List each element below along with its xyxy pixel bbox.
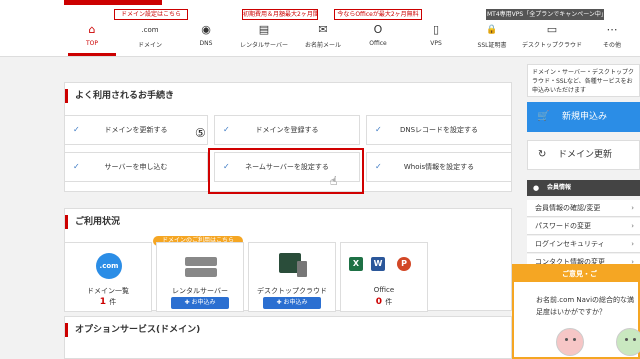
card-desktop-cloud: デスクトップクラウド ✚ お申込み xyxy=(248,242,336,312)
member-link-security[interactable]: ログインセキュリティ › xyxy=(527,236,640,253)
highlight-box xyxy=(208,148,364,194)
procedure-register-domain[interactable]: ✓ ドメインを登録する xyxy=(214,115,360,145)
promo-domain-settings[interactable]: ドメイン設定はこちら xyxy=(114,9,188,20)
hand-cursor-icon: ☝ xyxy=(330,174,338,188)
link-label: 会員情報の確認/変更 xyxy=(535,204,601,212)
card-label: Office xyxy=(373,286,395,294)
card-label: レンタルサーバー xyxy=(172,287,228,295)
nav-label: VPS xyxy=(430,40,442,47)
dissatisfied-face-icon[interactable] xyxy=(556,328,584,356)
mail-icon: ✉ xyxy=(318,23,328,36)
server-icon xyxy=(185,257,217,277)
member-link-password[interactable]: パスワードの変更 › xyxy=(527,218,640,235)
nav-ssl[interactable]: 🔒 SSL証明書 xyxy=(470,23,514,53)
nav-label: Office xyxy=(369,40,387,47)
card-label: デスクトップクラウド xyxy=(257,287,327,295)
link-label: パスワードの変更 xyxy=(535,222,591,230)
word-icon: W xyxy=(371,257,385,271)
sidebar-note: ドメイン・サーバー・デスクトップクラウド・SSLなど、各種サービスをお申込みいた… xyxy=(527,64,640,97)
nav-label: お名前メール xyxy=(304,42,341,49)
active-tab-indicator xyxy=(68,53,116,56)
promo-mt4-vps[interactable]: MT4専用VPS「全プランでキャンペーン中」 xyxy=(486,9,604,20)
procedure-label: DNSレコードを設定する xyxy=(399,126,479,134)
apply-server-button[interactable]: ✚ お申込み xyxy=(171,297,229,309)
card-rental-server: レンタルサーバー ✚ お申込み xyxy=(156,242,244,312)
excel-icon: X xyxy=(349,257,363,271)
nav-label: デスクトップクラウド xyxy=(521,42,582,49)
panel-title: ご利用状況 xyxy=(65,209,511,235)
nav-label: ドメイン xyxy=(137,42,162,49)
survey-question: お名前.com Naviの総合的な満足度はいかがですか？ xyxy=(536,296,635,316)
domain-icon: .com xyxy=(96,253,122,279)
procedure-whois[interactable]: ✓ Whois情報を設定する xyxy=(366,152,512,182)
nav-label: DNS xyxy=(199,40,213,47)
survey-title: ご意見・ご xyxy=(514,266,638,282)
card-domain-list[interactable]: .com ドメイン一覧 1 件 xyxy=(64,242,152,312)
panel-title: オプションサービス(ドメイン) xyxy=(65,317,511,343)
home-icon: ⌂ xyxy=(88,23,96,36)
nav-vps[interactable]: ▯ VPS xyxy=(414,23,458,53)
card-label: ドメイン一覧 xyxy=(87,287,129,295)
desktop-icon: ▭ xyxy=(546,23,558,36)
procedure-dns-record[interactable]: ✓ DNSレコードを設定する xyxy=(366,115,512,145)
procedure-apply-server[interactable]: ✓ サーバーを申し込む xyxy=(64,152,208,182)
nav-top[interactable]: ⌂ TOP xyxy=(70,23,114,53)
user-icon: ● xyxy=(533,184,540,192)
option-services-panel: オプションサービス(ドメイン) xyxy=(64,316,512,359)
member-link-info[interactable]: 会員情報の確認/変更 › xyxy=(527,200,640,217)
nav-dns[interactable]: ◉ DNS xyxy=(184,23,228,53)
step-marker: ⑤ xyxy=(195,126,206,140)
satisfaction-survey: ご意見・ご お名前.com Naviの総合的な満足度はいかがですか？ xyxy=(512,264,640,359)
nav-office[interactable]: O Office xyxy=(356,23,400,53)
promo-office[interactable]: 今ならOfficeが最大2ヶ月無料 xyxy=(334,9,422,20)
brand-strip xyxy=(64,0,162,5)
nav-mail[interactable]: ✉ お名前メール xyxy=(300,23,346,53)
server-icon: ▤ xyxy=(258,23,270,36)
card-office[interactable]: X W P Office 0 件 xyxy=(340,242,428,312)
chevron-right-icon: › xyxy=(631,240,634,248)
button-label: 新規申込み xyxy=(562,112,608,122)
chevron-right-icon: › xyxy=(631,204,634,212)
nav-rental-server[interactable]: ▤ レンタルサーバー xyxy=(236,23,292,53)
cart-icon: 🛒 xyxy=(537,111,550,122)
refresh-icon: ↻ xyxy=(538,149,547,160)
chevron-right-icon: › xyxy=(631,222,634,230)
more-icon: ⋯ xyxy=(606,23,618,36)
domain-renew-button[interactable]: ↻ ドメイン更新 xyxy=(527,140,640,170)
apply-desktop-button[interactable]: ✚ お申込み xyxy=(263,297,321,309)
promo-free-trial[interactable]: 初期費用＆月額最大2ヶ月間無料！ xyxy=(242,9,318,20)
member-info-header: ● 会員情報 xyxy=(527,180,640,196)
lock-icon: 🔒 xyxy=(486,25,498,35)
procedure-label: ドメインを更新する xyxy=(104,126,168,134)
nav-domain[interactable]: .com ドメイン xyxy=(126,23,174,53)
procedure-label: ドメインを登録する xyxy=(255,126,319,134)
nav-more[interactable]: ⋯ その他 xyxy=(590,23,634,53)
link-label: ログインセキュリティ xyxy=(535,240,605,248)
procedure-label: サーバーを申し込む xyxy=(104,163,168,171)
panel-title: よく利用されるお手続き xyxy=(65,83,511,109)
domain-icon: .com xyxy=(141,26,159,34)
member-title: 会員情報 xyxy=(547,184,572,191)
procedure-renew-domain[interactable]: ✓ ドメインを更新する xyxy=(64,115,208,145)
top-navigation: ドメイン設定はこちら 初期費用＆月額最大2ヶ月間無料！ 今ならOfficeが最大… xyxy=(0,0,640,57)
vps-icon: ▯ xyxy=(432,23,440,36)
button-label: ドメイン更新 xyxy=(558,150,613,160)
dns-icon: ◉ xyxy=(201,23,211,36)
nav-label: レンタルサーバー xyxy=(240,42,288,49)
nav-label: SSL証明書 xyxy=(477,42,507,49)
domain-count: 1 件 xyxy=(99,297,117,307)
powerpoint-icon: P xyxy=(397,257,411,271)
office-count: 0 件 xyxy=(375,297,393,307)
nav-label: その他 xyxy=(602,42,621,49)
office-icon: O xyxy=(373,23,383,36)
phone-icon xyxy=(297,261,307,277)
nav-desktop-cloud[interactable]: ▭ デスクトップクラウド xyxy=(520,23,584,53)
new-application-button[interactable]: 🛒 新規申込み xyxy=(527,102,640,132)
satisfied-face-icon[interactable] xyxy=(616,328,640,356)
procedure-label: Whois情報を設定する xyxy=(403,163,475,171)
nav-label: TOP xyxy=(85,40,98,47)
